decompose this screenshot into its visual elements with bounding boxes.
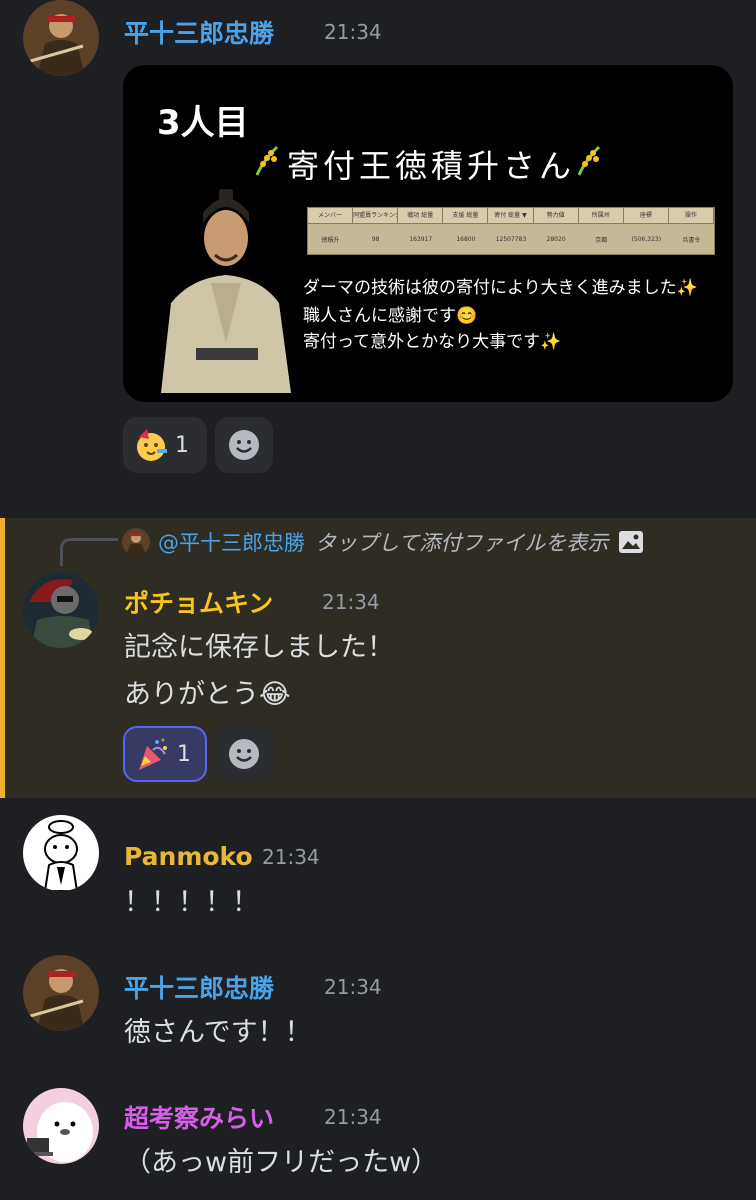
table-header-row: メンバー 同盟員ランキング 戦功 総量 支援 総量 寄付 総量 ▼ 勢力値 所属州 座標 操作 xyxy=(308,208,714,224)
rice-icon xyxy=(575,143,603,177)
table-header-cell: 座標 xyxy=(624,208,669,223)
table-header-cell: 支援 総量 xyxy=(443,208,489,223)
table-header-cell: 所属州 xyxy=(579,208,624,223)
table-header-cell: 操作 xyxy=(669,208,714,223)
reaction-partying-face[interactable]: 1 xyxy=(123,417,207,473)
rice-icon xyxy=(253,143,281,177)
table-header-cell: 寄付 総量 ▼ xyxy=(488,208,534,223)
attachment-line-2: 職人さんに感謝です😊 xyxy=(303,306,478,326)
attachment-line-1: ダーマの技術は彼の寄付により大きく進みました✨ xyxy=(303,278,698,298)
message-text: 徳さんです！！ xyxy=(124,1017,312,1048)
table-header-cell: 勢力値 xyxy=(534,208,579,223)
add-reaction-button[interactable] xyxy=(215,417,273,473)
partying-face-icon xyxy=(137,429,167,461)
image-attachment[interactable]: 3人目 寄付王徳積升さん メンバー 同盟員ランキング 戦功 総量 支援 総量 寄付 総量… xyxy=(123,65,733,402)
avatar[interactable] xyxy=(23,1088,99,1164)
reply-preview[interactable]: @平十三郎忠勝 タップして添付ファイルを表示 xyxy=(122,527,644,557)
timestamp: 21:34 xyxy=(324,20,382,44)
message-text: ！！！！！ xyxy=(124,887,259,918)
avatar[interactable] xyxy=(23,955,99,1031)
table-cell: 12507783 xyxy=(495,235,527,243)
ranking-table: メンバー 同盟員ランキング 戦功 総量 支援 総量 寄付 総量 ▼ 勢力値 所属州 座標 操作 … xyxy=(307,207,715,255)
table-cell: 98 xyxy=(371,235,380,243)
timestamp: 21:34 xyxy=(324,1105,382,1129)
timestamp: 21:34 xyxy=(324,975,382,999)
reply-username[interactable]: @平十三郎忠勝 xyxy=(158,527,305,557)
timestamp: 21:34 xyxy=(322,590,380,614)
reaction-count: 1 xyxy=(177,741,191,767)
username[interactable]: 超考察みらい xyxy=(124,1099,274,1135)
avatar[interactable] xyxy=(23,572,99,648)
table-cell: 163917 xyxy=(409,235,433,243)
character-portrait xyxy=(151,183,301,393)
reply-connector xyxy=(60,538,118,566)
username[interactable]: ポチョムキン xyxy=(124,584,273,620)
table-cell: 16800 xyxy=(456,235,476,243)
smile-icon xyxy=(229,430,259,460)
message-text-line-1: 記念に保存しました！ xyxy=(124,632,394,663)
avatar[interactable] xyxy=(23,0,99,76)
username[interactable]: Panmoko xyxy=(124,842,253,871)
table-header-cell: メンバー xyxy=(308,208,354,223)
add-reaction-button[interactable] xyxy=(215,726,273,782)
reply-avatar xyxy=(122,528,150,556)
reaction-count: 1 xyxy=(175,432,189,458)
table-header-cell: 同盟員ランキング xyxy=(353,208,399,223)
table-cell: 兵書令 xyxy=(682,236,701,244)
message-text-line-2: ありがとう😂 xyxy=(124,679,291,710)
smile-icon xyxy=(229,739,259,769)
attachment-subtitle: 寄付王徳積升さん xyxy=(287,147,576,185)
table-header-cell: 戦功 総量 xyxy=(398,208,444,223)
image-icon xyxy=(619,531,644,553)
table-cell: 京都 xyxy=(595,236,608,244)
message-text: （あっw前フリだったw） xyxy=(124,1147,439,1178)
attachment-line-3: 寄付って意外とかなり大事です✨ xyxy=(303,332,562,352)
avatar[interactable] xyxy=(23,815,99,891)
reply-text: タップして添付ファイルを表示 xyxy=(315,531,609,555)
table-row: 徳積升 98 163917 16800 12507783 28020 京都 (506,323)… xyxy=(308,224,714,254)
reaction-party-popper[interactable]: 1 xyxy=(123,726,207,782)
timestamp: 21:34 xyxy=(262,845,320,869)
party-popper-icon xyxy=(139,738,167,770)
attachment-heading: 3人目 xyxy=(157,103,249,143)
username[interactable]: 平十三郎忠勝 xyxy=(124,969,274,1005)
table-cell: 28020 xyxy=(546,235,566,243)
table-cell: 徳積升 xyxy=(321,236,340,244)
username[interactable]: 平十三郎忠勝 xyxy=(124,14,274,50)
table-cell: (506,323) xyxy=(631,235,662,243)
